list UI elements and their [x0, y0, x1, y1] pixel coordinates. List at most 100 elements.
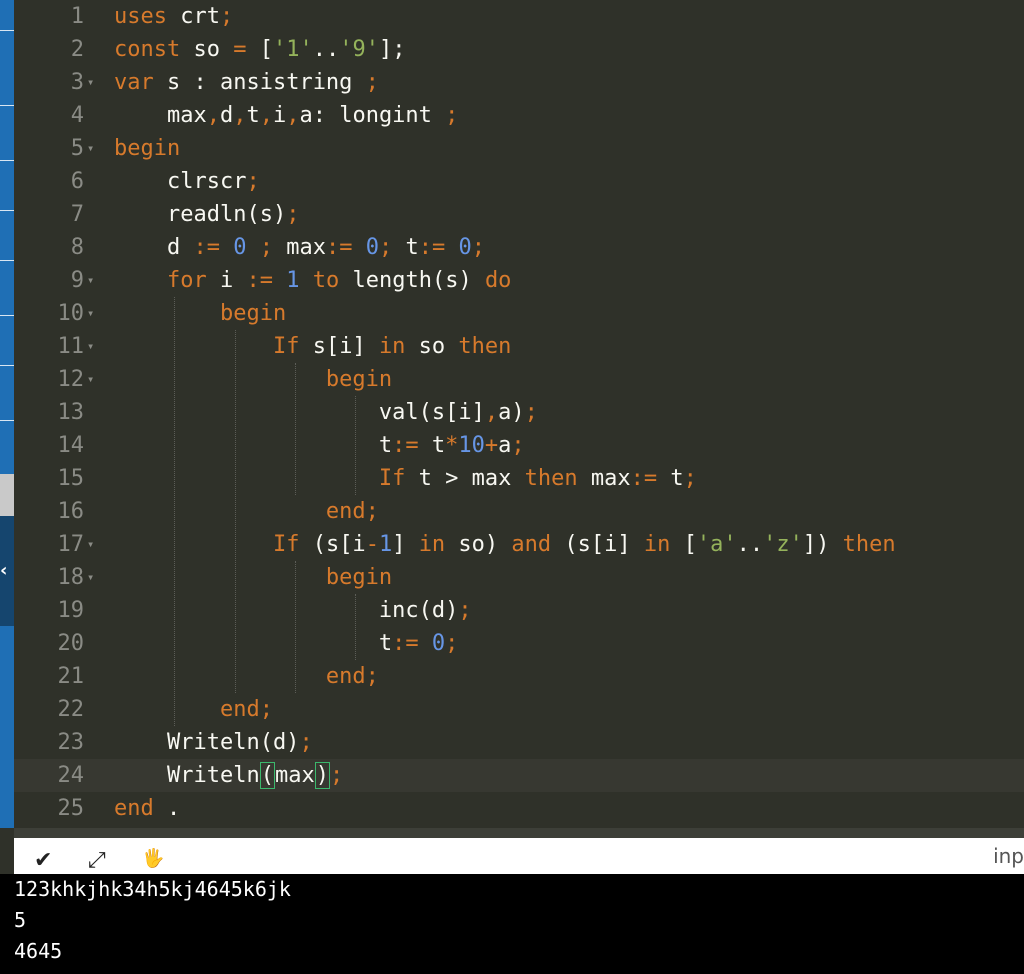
code-token: , [233, 103, 247, 128]
code-line[interactable]: 18 ▾ begin [14, 561, 1024, 594]
code-token: 0 [365, 235, 379, 260]
sidebar-selected-item[interactable] [0, 474, 14, 516]
code-token: ]) [802, 532, 843, 557]
code-text: end; [114, 693, 273, 726]
code-token: , [206, 103, 220, 128]
line-number: 6 [70, 169, 84, 194]
code-token: := [392, 433, 419, 458]
code-line[interactable]: 16 end; [14, 495, 1024, 528]
code-token: ; [683, 466, 697, 491]
line-number: 13 [57, 400, 85, 425]
fold-toggle-icon[interactable]: ▾ [87, 264, 94, 297]
line-number: 17 [57, 532, 85, 557]
code-token: var [114, 70, 154, 95]
fold-toggle-icon[interactable]: ▾ [87, 528, 94, 561]
code-line[interactable]: 21 end; [14, 660, 1024, 693]
left-sidebar-strip: ‹ [0, 0, 14, 828]
code-token: ; [365, 664, 379, 689]
code-token: . [153, 796, 181, 821]
code-token: ; [259, 697, 273, 722]
fold-toggle-icon[interactable]: ▾ [87, 297, 94, 330]
fold-toggle-icon[interactable]: ▾ [87, 561, 94, 594]
fold-toggle-icon[interactable]: ▾ [87, 330, 94, 363]
code-token: d [219, 103, 234, 128]
code-line[interactable]: 19 inc(d); [14, 594, 1024, 627]
code-line[interactable]: 13 val(s[i],a); [14, 396, 1024, 429]
input-tab-label[interactable]: inp [993, 844, 1024, 868]
code-line[interactable]: 15 If t > max then max:= t; [14, 462, 1024, 495]
code-token: begin [114, 136, 181, 161]
fold-toggle-icon[interactable]: ▾ [87, 132, 94, 165]
code-token: 0 [458, 235, 472, 260]
code-token: inc(d) [114, 598, 459, 623]
code-editor[interactable]: 1 uses crt; 2 const so = ['1'..'9']; 3 ▾ var s… [14, 0, 1024, 828]
code-token: (s[i] [551, 532, 644, 557]
code-token: ; [471, 235, 485, 260]
code-line[interactable]: 17 ▾ If (s[i-1] in so) and (s[i] in ['a'.… [14, 528, 1024, 561]
sidebar-divider [0, 210, 14, 211]
code-token: .. [312, 37, 340, 62]
code-token: in [378, 334, 406, 359]
code-token: := [392, 631, 419, 656]
code-token: 1 [378, 532, 393, 557]
clear-console-icon[interactable]: 🖐 [142, 848, 164, 869]
code-line[interactable]: 12 ▾ begin [14, 363, 1024, 396]
code-line[interactable]: 7 readln(s); [14, 198, 1024, 231]
code-token: then [458, 334, 512, 359]
fold-toggle-icon[interactable]: ▾ [87, 363, 94, 396]
code-token: d [114, 235, 194, 260]
code-line[interactable]: 5 ▾ begin [14, 132, 1024, 165]
code-text: end; [114, 660, 379, 693]
code-line[interactable]: 3 ▾ var s : ansistring ; [14, 66, 1024, 99]
code-line[interactable]: 9 ▾ for i := 1 to length(s) do [14, 264, 1024, 297]
code-token: s[i] [299, 334, 379, 359]
collapse-arrow-icon[interactable]: ‹ [0, 560, 7, 581]
code-line[interactable]: 24 Writeln(max); [14, 759, 1024, 792]
code-line[interactable]: 6 clrscr; [14, 165, 1024, 198]
sidebar-divider [0, 365, 14, 366]
code-token: clrscr [114, 169, 247, 194]
code-token: and [511, 532, 552, 557]
line-number: 15 [57, 466, 85, 491]
code-token: Writeln [114, 763, 260, 788]
indent-guide [295, 561, 296, 693]
code-token: in [643, 532, 671, 557]
code-line[interactable]: 20 t:= 0; [14, 627, 1024, 660]
code-token: 10 [458, 433, 485, 458]
code-token: for [166, 268, 207, 293]
code-token: ; [365, 70, 379, 95]
code-token: ; [259, 235, 273, 260]
console-line: 4645 [14, 939, 63, 963]
code-token: in [418, 532, 446, 557]
line-number: 5 [70, 136, 84, 161]
fold-toggle-icon[interactable]: ▾ [87, 66, 94, 99]
console-output: 123khkjhk34h5kj4645k6jk 5 4645 [0, 874, 1024, 974]
code-line[interactable]: 14 t:= t*10+a; [14, 429, 1024, 462]
line-number: 19 [57, 598, 85, 623]
code-token: '1' [272, 37, 313, 62]
code-token: * [445, 433, 459, 458]
code-token: a) [498, 400, 525, 425]
check-icon[interactable]: ✔ [34, 848, 52, 873]
code-line[interactable]: 1 uses crt; [14, 0, 1024, 33]
console-line: 123khkjhk34h5kj4645k6jk [14, 877, 291, 901]
code-line[interactable]: 11 ▾ If s[i] in so then [14, 330, 1024, 363]
code-line[interactable]: 25 end . [14, 792, 1024, 825]
code-token: ( [259, 762, 275, 789]
expand-icon[interactable]: ⤢ [88, 848, 106, 873]
code-token: t [114, 631, 393, 656]
code-line[interactable]: 8 d := 0 ; max:= 0; t:= 0; [14, 231, 1024, 264]
code-line[interactable]: 2 const so = ['1'..'9']; [14, 33, 1024, 66]
code-line[interactable]: 10 ▾ begin [14, 297, 1024, 330]
code-text: readln(s); [114, 198, 299, 231]
code-token: If [272, 532, 300, 557]
code-token: ]; [378, 37, 406, 62]
code-token: begin [325, 565, 393, 590]
code-line[interactable]: 23 Writeln(d); [14, 726, 1024, 759]
code-text: end; [114, 495, 379, 528]
code-line[interactable]: 4 max,d,t,i,a: longint ; [14, 99, 1024, 132]
code-line[interactable]: 22 end; [14, 693, 1024, 726]
